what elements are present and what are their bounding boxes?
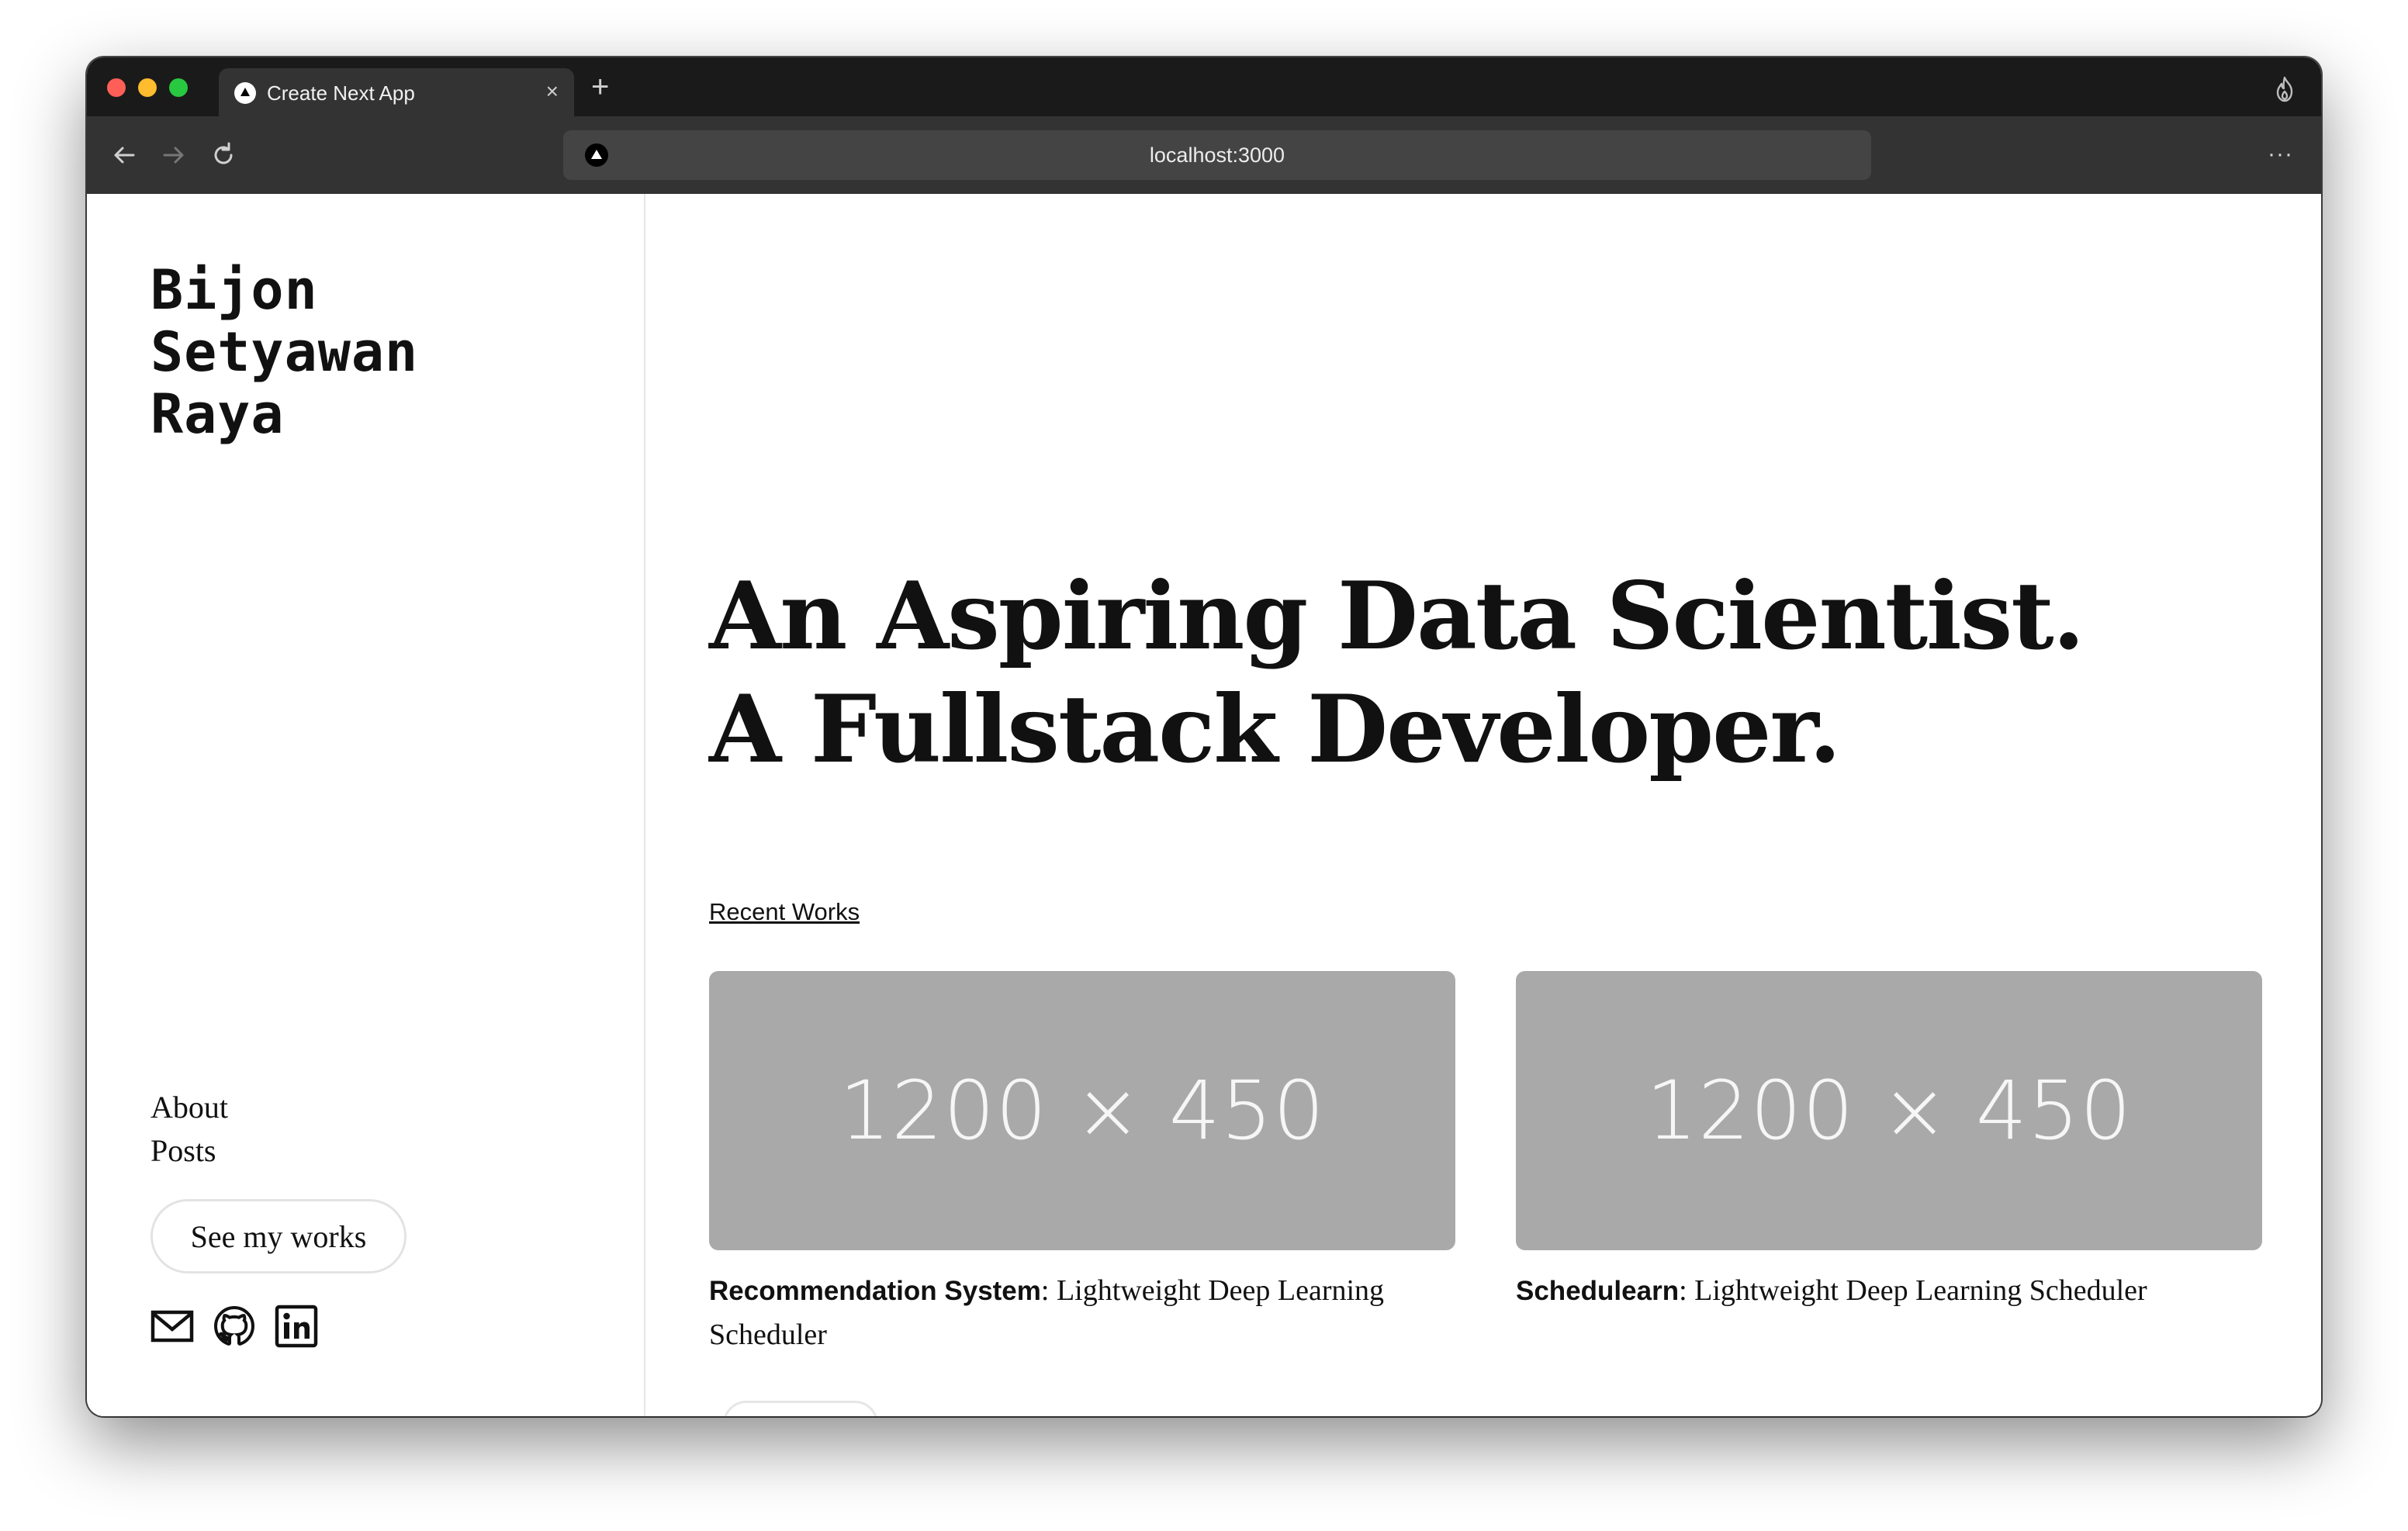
- maximize-window-button[interactable]: [169, 78, 188, 97]
- tab-close-icon[interactable]: ×: [546, 79, 559, 104]
- mail-icon[interactable]: [150, 1305, 194, 1348]
- nav-link-about[interactable]: About: [150, 1086, 228, 1129]
- browser-toolbar: localhost:3000 ···: [87, 116, 2321, 194]
- sidebar: Bijon Setyawan Raya About Posts See my w…: [87, 194, 645, 1416]
- browser-tab[interactable]: Create Next App ×: [219, 68, 574, 116]
- nextjs-favicon-icon: [234, 82, 256, 104]
- work-description: Lightweight Deep Learning Scheduler: [1694, 1274, 2147, 1307]
- address-url: localhost:3000: [1149, 143, 1285, 167]
- work-caption: Schedulearn: Lightweight Deep Learning S…: [1516, 1274, 2147, 1307]
- site-title[interactable]: Bijon Setyawan Raya: [150, 259, 476, 445]
- work-card[interactable]: 1200 × 450 Recommendation System: Lightw…: [709, 971, 1455, 1356]
- reload-icon[interactable]: [209, 141, 237, 169]
- social-links: [150, 1305, 318, 1348]
- tab-bar: Create Next App × +: [87, 57, 2321, 116]
- browser-window: Create Next App × + localhost:3000 ··· B…: [87, 57, 2321, 1416]
- work-card[interactable]: 1200 × 450 Schedulearn: Lightweight Deep…: [1516, 971, 2262, 1313]
- see-my-works-button[interactable]: See my works: [150, 1199, 407, 1274]
- address-bar[interactable]: localhost:3000: [563, 130, 1871, 180]
- nav-link-posts[interactable]: Posts: [150, 1129, 228, 1173]
- work-name: Recommendation System: [709, 1276, 1041, 1306]
- tab-title: Create Next App: [267, 81, 415, 105]
- headline-line-2: A Fullstack Developer.: [709, 675, 1841, 784]
- recent-works-link[interactable]: Recent Works: [709, 898, 860, 926]
- minimize-window-button[interactable]: [138, 78, 157, 97]
- new-tab-button[interactable]: +: [591, 71, 609, 102]
- github-icon[interactable]: [213, 1305, 256, 1348]
- work-name: Schedulearn: [1516, 1276, 1680, 1306]
- flame-icon[interactable]: [2273, 76, 2296, 102]
- forward-arrow-icon[interactable]: [160, 141, 188, 169]
- work-image-placeholder: 1200 × 450: [709, 971, 1455, 1250]
- sidebar-nav: About Posts: [150, 1086, 228, 1173]
- main-content: An Aspiring Data Scientist. A Fullstack …: [647, 194, 2321, 1416]
- linkedin-icon[interactable]: [275, 1305, 318, 1348]
- partially-visible-button[interactable]: [723, 1401, 878, 1416]
- hero-headline: An Aspiring Data Scientist. A Fullstack …: [709, 560, 2183, 786]
- work-image-placeholder: 1200 × 450: [1516, 971, 2262, 1250]
- back-arrow-icon[interactable]: [110, 141, 138, 169]
- close-window-button[interactable]: [107, 78, 126, 97]
- work-caption: Recommendation System: Lightweight Deep …: [709, 1274, 1385, 1351]
- more-options-icon[interactable]: ···: [2268, 143, 2293, 166]
- page-content: Bijon Setyawan Raya About Posts See my w…: [87, 194, 2321, 1416]
- headline-line-1: An Aspiring Data Scientist.: [709, 562, 2085, 671]
